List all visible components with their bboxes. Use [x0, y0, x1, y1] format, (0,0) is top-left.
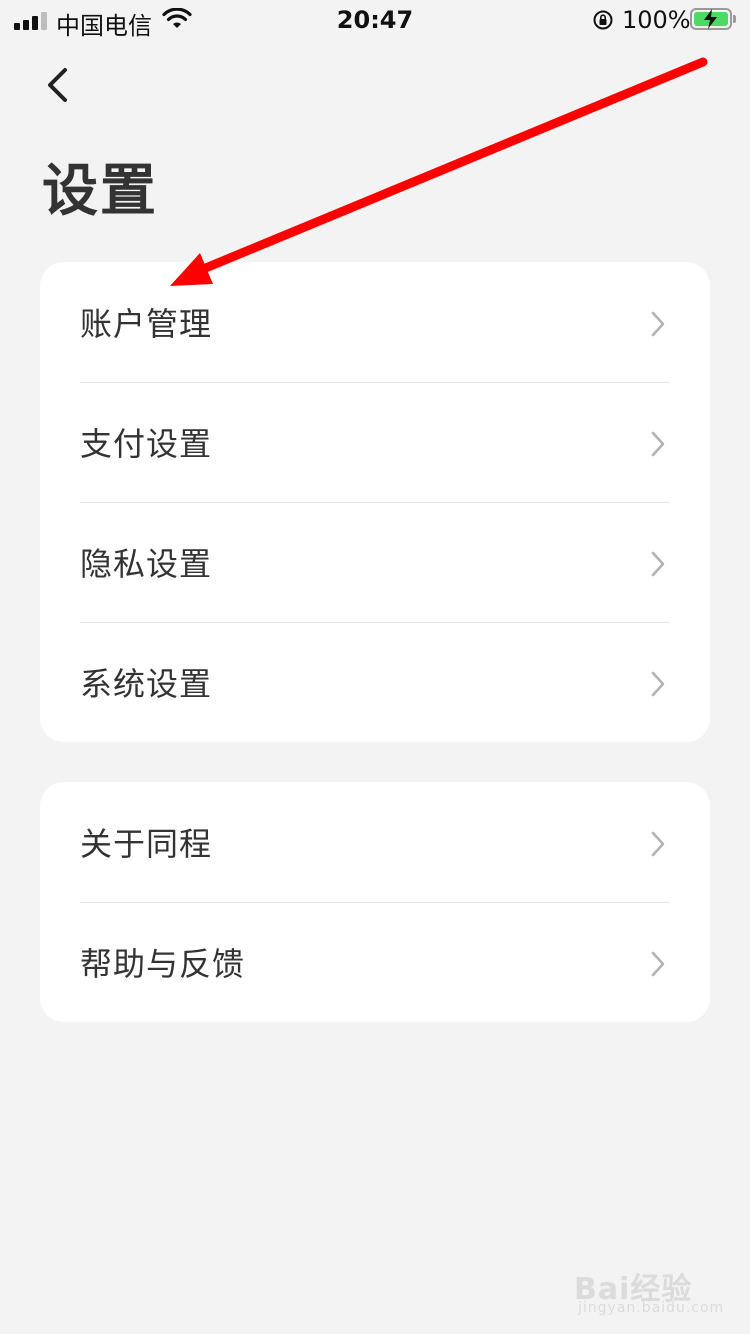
chevron-right-icon [651, 671, 665, 697]
menu-item-payment-settings[interactable]: 支付设置 [40, 382, 710, 502]
settings-group-main: 账户管理 支付设置 隐私设置 系统设置 [40, 262, 710, 742]
battery-charging-icon [690, 8, 736, 30]
menu-item-label: 账户管理 [80, 305, 213, 343]
menu-item-about[interactable]: 关于同程 [40, 782, 710, 902]
chevron-left-icon [48, 68, 67, 102]
menu-item-label: 关于同程 [80, 825, 213, 863]
menu-item-system-settings[interactable]: 系统设置 [40, 622, 710, 742]
chevron-right-icon [651, 311, 665, 337]
chevron-right-icon [651, 551, 665, 577]
menu-item-account-management[interactable]: 账户管理 [40, 262, 710, 382]
settings-group-about: 关于同程 帮助与反馈 [40, 782, 710, 1022]
chevron-right-icon [651, 951, 665, 977]
menu-item-privacy-settings[interactable]: 隐私设置 [40, 502, 710, 622]
battery-percent: 100% [622, 6, 691, 34]
menu-item-label: 支付设置 [80, 425, 213, 463]
menu-item-help-feedback[interactable]: 帮助与反馈 [40, 902, 710, 1022]
menu-item-label: 系统设置 [80, 665, 213, 703]
charging-bolt-icon [704, 9, 717, 29]
status-bar: 中国电信 20:47 100% [0, 0, 750, 40]
page-title: 设置 [42, 159, 158, 224]
watermark-subtext: jingyan.baidu.com [578, 1300, 725, 1316]
back-button[interactable] [36, 60, 82, 110]
menu-item-label: 隐私设置 [80, 545, 213, 583]
rotation-lock-icon [593, 10, 613, 30]
watermark-logo: Bai经验 jingyan.baidu.com [574, 1258, 724, 1322]
menu-item-label: 帮助与反馈 [80, 945, 246, 983]
chevron-right-icon [651, 831, 665, 857]
chevron-right-icon [651, 431, 665, 457]
